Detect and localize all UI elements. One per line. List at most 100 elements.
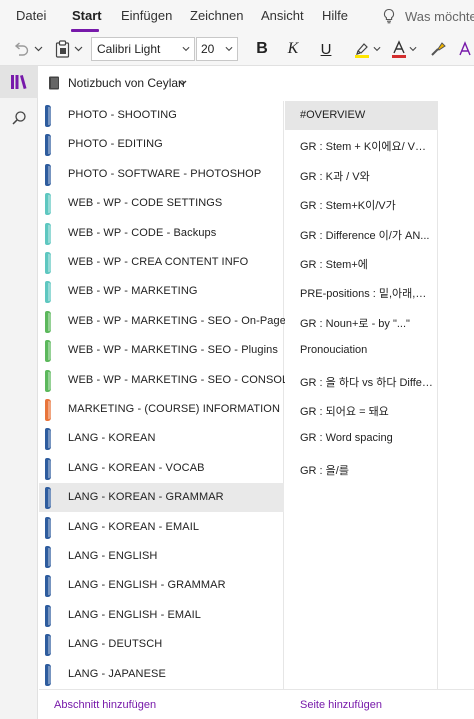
section-item[interactable]: WEB - WP - MARKETING [39, 277, 284, 306]
page-item[interactable]: GR : 을/를 [285, 454, 438, 483]
section-label: WEB - WP - MARKETING - SEO - On-Page [68, 314, 286, 327]
clear-formatting-button[interactable] [458, 32, 474, 66]
notebook-title: Notizbuch von Ceylan [68, 76, 185, 90]
highlight-dropdown[interactable] [372, 32, 382, 66]
page-label: GR : K과 / V와 [300, 170, 370, 183]
font-color-button[interactable] [390, 32, 408, 66]
notebook-selector[interactable]: Notizbuch von Ceylan [39, 66, 474, 100]
page-item[interactable]: GR : 을 하다 vs 하다 Differ... [285, 366, 438, 395]
page-label: #OVERVIEW [300, 109, 366, 121]
font-name-select[interactable]: Calibri Light [91, 37, 195, 61]
clear-formatting-icon [459, 41, 471, 56]
page-list: #OVERVIEW GR : Stem + K이에요/ V예... GR : K과 … [285, 101, 438, 689]
chevron-down-icon [182, 46, 190, 52]
section-item[interactable]: LANG - KOREAN - VOCAB [39, 454, 284, 483]
section-label: PHOTO - SOFTWARE - PHOTOSHOP [68, 167, 262, 180]
format-painter-icon [431, 42, 446, 56]
paste-dropdown[interactable] [72, 32, 84, 66]
section-color-tab-icon [45, 487, 51, 510]
section-item[interactable]: WEB - WP - CREA CONTENT INFO [39, 248, 284, 277]
section-color-tab-icon [45, 310, 51, 333]
section-item[interactable]: LANG - KOREAN [39, 424, 284, 453]
paste-button[interactable] [52, 32, 72, 66]
page-label: GR : 되어요 = 돼요 [300, 406, 389, 418]
page-label: PRE-positions : 밑,아래,위,... [300, 288, 434, 301]
page-label: GR : 을 하다 vs 하다 Differ... [300, 376, 434, 389]
section-label: LANG - KOREAN - VOCAB [68, 461, 205, 474]
add-section-button[interactable]: Abschnitt hinzufügen [54, 699, 156, 711]
section-item[interactable]: LANG - KOREAN - GRAMMAR [39, 483, 284, 513]
page-label: GR : Stem+에 [300, 259, 368, 271]
page-item[interactable]: GR : Difference 이/가 AN... [285, 219, 438, 248]
section-label: WEB - WP - MARKETING - SEO - Plugins [68, 344, 278, 357]
page-item[interactable]: GR : Noun+로 - by "..." [285, 307, 438, 336]
page-item[interactable]: GR : 되어요 = 돼요 [285, 395, 438, 424]
chevron-down-icon [178, 80, 187, 86]
page-item[interactable]: Pronouciation [285, 336, 438, 365]
page-item[interactable]: #OVERVIEW [285, 101, 438, 130]
section-color-tab-icon [45, 546, 51, 568]
font-size-value: 20 [201, 42, 215, 56]
search-icon [12, 111, 26, 125]
section-item[interactable]: WEB - WP - MARKETING - SEO - On-Page [39, 307, 286, 336]
section-item[interactable]: PHOTO - SHOOTING [39, 101, 284, 130]
section-item[interactable]: WEB - WP - CODE - Backups [39, 219, 284, 248]
highlight-button[interactable] [352, 32, 372, 66]
section-item[interactable]: LANG - ENGLISH [39, 542, 284, 571]
tell-me-search[interactable]: Was möchten [405, 9, 474, 24]
tab-einfuegen[interactable]: Einfügen [121, 8, 172, 23]
section-item[interactable]: LANG - JAPANESE [39, 660, 284, 689]
section-item[interactable]: MARKETING - (COURSE) INFORMATION [39, 395, 284, 424]
section-label: WEB - WP - CODE SETTINGS [68, 197, 223, 210]
section-item[interactable]: LANG - ENGLISH - EMAIL [39, 601, 284, 630]
section-item[interactable]: PHOTO - SOFTWARE - PHOTOSHOP [39, 160, 284, 189]
page-item[interactable]: PRE-positions : 밑,아래,위,... [285, 277, 438, 306]
section-color-tab-icon [45, 516, 51, 539]
note-canvas[interactable] [439, 66, 474, 719]
tab-hilfe[interactable]: Hilfe [322, 8, 348, 23]
tab-start[interactable]: Start [72, 8, 102, 23]
list-footer: Abschnitt hinzufügen Seite hinzufügen [39, 689, 474, 719]
page-item[interactable]: GR : Stem+K이/V가 [285, 189, 438, 218]
font-color-icon [392, 40, 406, 58]
tab-datei[interactable]: Datei [16, 8, 46, 23]
section-item[interactable]: LANG - ENGLISH - GRAMMAR [39, 571, 284, 600]
section-item[interactable]: LANG - KOREAN - EMAIL [39, 513, 284, 542]
section-item[interactable]: WEB - WP - MARKETING - SEO - CONSOLE [39, 366, 296, 395]
bold-button[interactable]: B [252, 32, 272, 66]
page-item[interactable]: GR : Stem+에 [285, 248, 438, 277]
font-color-dropdown[interactable] [408, 32, 418, 66]
section-item[interactable]: LANG - DEUTSCH [39, 630, 284, 659]
section-color-tab-icon [45, 634, 51, 657]
section-label: LANG - ENGLISH - EMAIL [68, 608, 202, 621]
italic-button[interactable]: K [283, 32, 303, 66]
section-item[interactable]: WEB - WP - MARKETING - SEO - Plugins [39, 336, 284, 365]
section-item[interactable]: WEB - WP - CODE SETTINGS [39, 189, 284, 218]
underline-button[interactable]: U [316, 32, 336, 66]
section-list: PHOTO - SHOOTING PHOTO - EDITING PHOTO - S… [39, 101, 296, 689]
font-size-select[interactable]: 20 [196, 37, 238, 61]
undo-icon [14, 42, 29, 56]
section-label: WEB - WP - CODE - Backups [68, 226, 217, 239]
page-item[interactable]: GR : Stem + K이에요/ V예... [285, 130, 438, 159]
page-item[interactable]: GR : Word spacing [285, 424, 438, 453]
section-color-tab-icon [45, 134, 51, 157]
chevron-down-icon [373, 46, 381, 52]
section-item[interactable]: PHOTO - EDITING [39, 130, 284, 159]
tab-ansicht[interactable]: Ansicht [261, 8, 304, 23]
add-page-button[interactable]: Seite hinzufügen [300, 699, 382, 711]
format-painter-button[interactable] [428, 32, 448, 66]
notebooks-button[interactable] [0, 66, 38, 98]
page-item[interactable]: GR : K과 / V와 [285, 160, 438, 189]
section-color-tab-icon [45, 193, 51, 216]
section-color-tab-icon [45, 340, 51, 363]
search-button[interactable] [0, 104, 38, 132]
section-label: LANG - ENGLISH - GRAMMAR [68, 579, 226, 592]
chevron-down-icon [225, 46, 233, 52]
lightbulb-icon[interactable] [381, 8, 397, 24]
undo-dropdown[interactable] [32, 32, 44, 66]
section-label: WEB - WP - CREA CONTENT INFO [68, 256, 249, 268]
undo-button[interactable] [10, 32, 32, 66]
section-label: WEB - WP - MARKETING - SEO - CONSOLE [68, 373, 296, 386]
tab-zeichnen[interactable]: Zeichnen [190, 8, 243, 23]
